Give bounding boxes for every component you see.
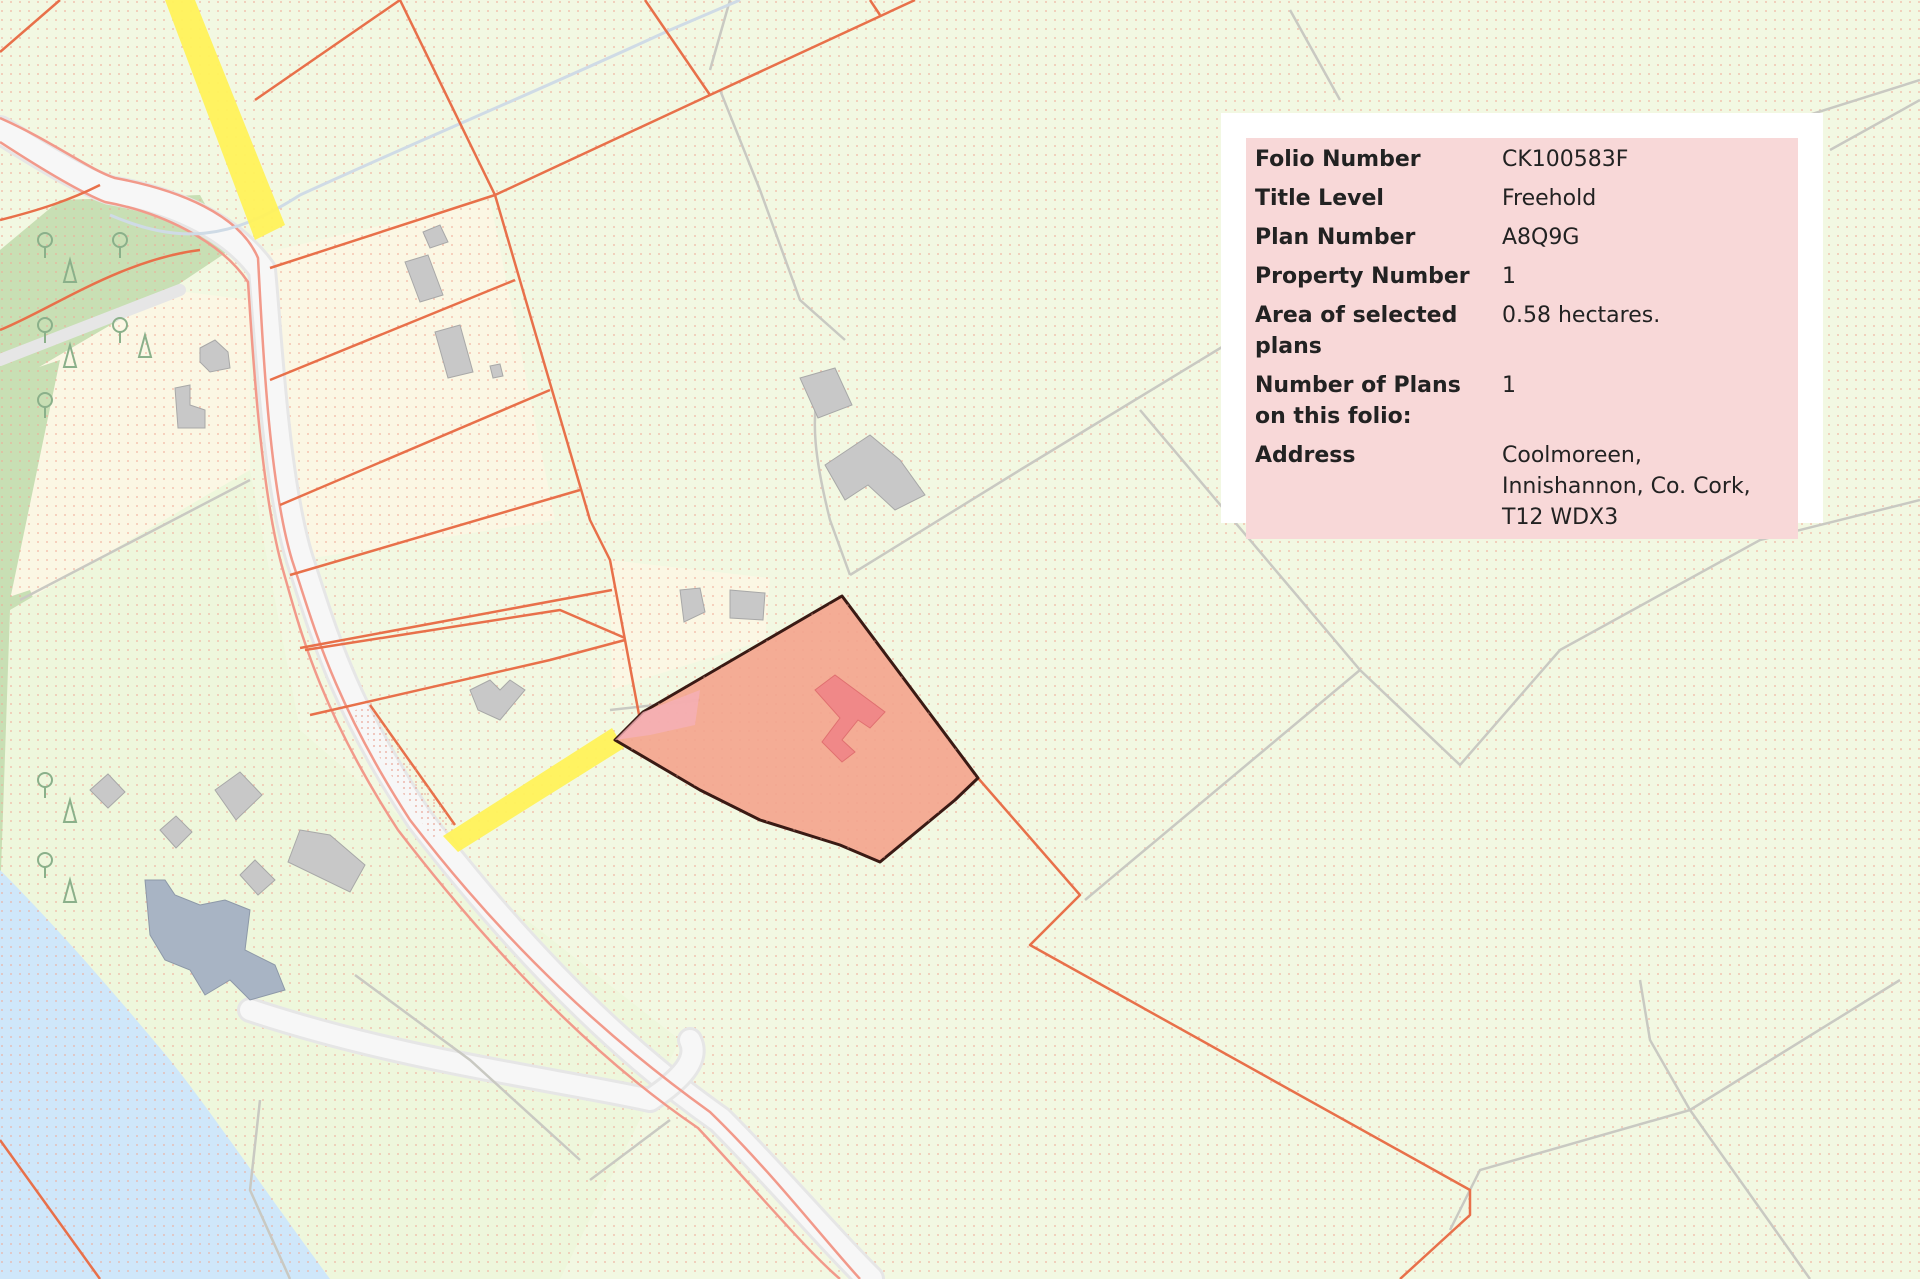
folio-info-row: Address Coolmoreen, Innishannon, Co. Cork… — [1246, 436, 1798, 539]
folio-info-value: CK100583F — [1502, 147, 1629, 172]
folio-info-table: Folio Number CK100583F Title Level Freehold… — [1246, 138, 1798, 539]
folio-info-row: Property Number 1 — [1246, 257, 1798, 296]
folio-info-value: Freehold — [1502, 186, 1597, 211]
folio-info-label: Folio Number — [1255, 147, 1421, 172]
folio-info-panel: Folio Number CK100583F Title Level Freehold… — [1221, 113, 1823, 539]
folio-info-value: Coolmoreen, Innishannon, Co. Cork, T12 W… — [1502, 443, 1751, 530]
folio-info-label: Area of selected plans — [1255, 303, 1458, 359]
folio-info-row: Area of selected plans 0.58 hectares. — [1246, 296, 1798, 366]
folio-info-label: Title Level — [1255, 186, 1384, 211]
folio-info-row: Plan Number A8Q9G — [1246, 218, 1798, 257]
folio-info-value: 1 — [1502, 264, 1516, 289]
folio-info-value: 0.58 hectares. — [1502, 303, 1661, 328]
folio-info-label: Address — [1255, 443, 1356, 468]
folio-info-row: Number of Plans on this folio: 1 — [1246, 366, 1798, 436]
folio-info-label: Number of Plans on this folio: — [1255, 373, 1461, 429]
folio-info-value: A8Q9G — [1502, 225, 1580, 250]
folio-info-label: Plan Number — [1255, 225, 1416, 250]
folio-info-value: 1 — [1502, 373, 1516, 398]
folio-info-row: Folio Number CK100583F — [1246, 138, 1798, 179]
folio-info-label: Property Number — [1255, 264, 1470, 289]
folio-info-row: Title Level Freehold — [1246, 179, 1798, 218]
